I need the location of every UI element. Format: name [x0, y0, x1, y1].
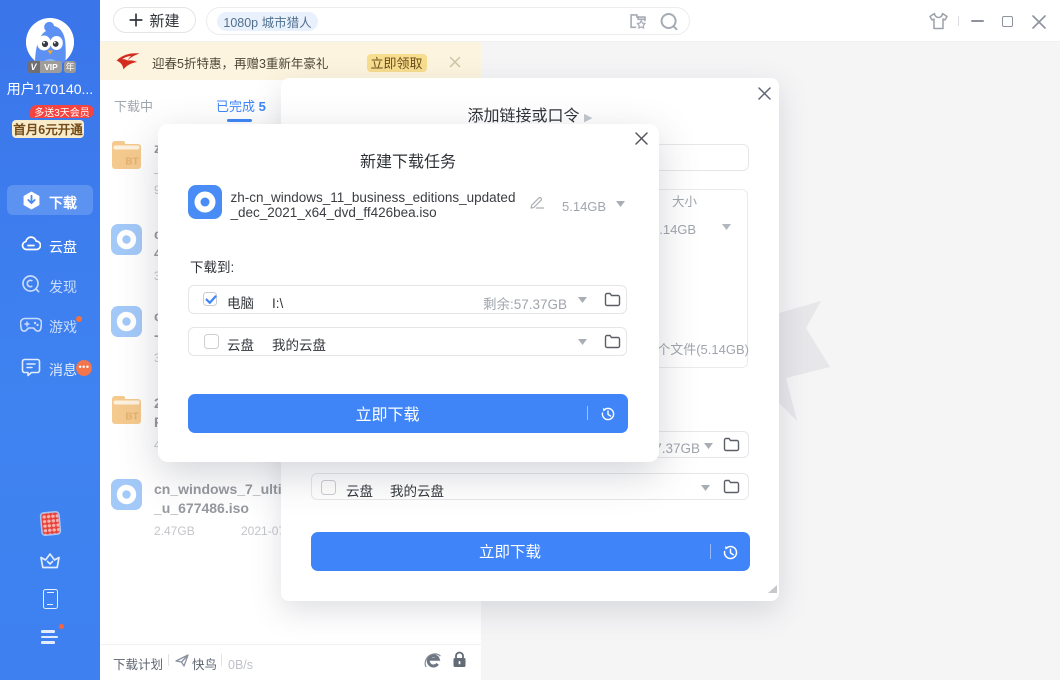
svg-text:BT: BT: [125, 157, 138, 168]
svg-text:BT: BT: [125, 411, 138, 422]
